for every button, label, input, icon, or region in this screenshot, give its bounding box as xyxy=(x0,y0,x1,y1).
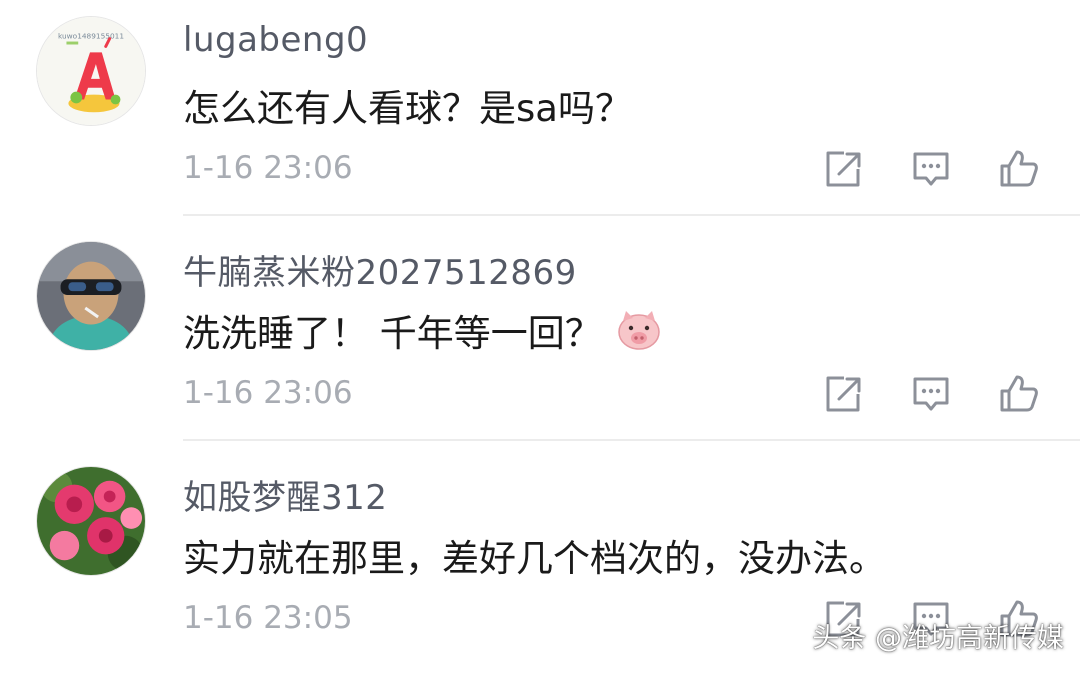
comment-text-body: 怎么还有人看球？是sa吗？ xyxy=(183,87,632,130)
like-button[interactable] xyxy=(996,146,1042,192)
watermark: 头条 @潍坊高新传媒 xyxy=(812,623,1064,654)
comment-text: 实力就在那里，差好几个档次的，没办法。 xyxy=(183,528,886,582)
timestamp: 1-16 23:05 xyxy=(183,600,353,636)
divider xyxy=(183,439,1080,441)
comment-bubble-icon xyxy=(913,152,949,186)
thumbs-up-icon xyxy=(1000,150,1038,187)
share-button[interactable] xyxy=(820,146,866,192)
divider xyxy=(183,214,1080,216)
like-button[interactable] xyxy=(996,371,1042,417)
comment-text: 洗洗睡了！ 千年等一回？ xyxy=(183,303,662,357)
avatar[interactable]: kuwo1489155011 xyxy=(36,16,146,126)
pink-flowers-photo-avatar-icon xyxy=(37,467,145,575)
reply-button[interactable] xyxy=(908,371,954,417)
timestamp: 1-16 23:06 xyxy=(183,375,353,411)
pig-face-emoji-icon xyxy=(616,307,662,353)
comment-text-body: 实力就在那里，差好几个档次的，没办法。 xyxy=(183,537,886,580)
username[interactable]: 牛腩蒸米粉2027512869 xyxy=(183,245,577,294)
username[interactable]: 如股梦醒312 xyxy=(183,470,387,519)
comment-item: kuwo1489155011 lugabeng0 怎么还有人看球？是sa吗？ 1… xyxy=(0,0,1080,225)
comment-text-body: 洗洗睡了！ 千年等一回？ xyxy=(183,312,602,355)
reply-button[interactable] xyxy=(908,146,954,192)
username[interactable]: lugabeng0 xyxy=(183,20,368,60)
avatar-caption: kuwo1489155011 xyxy=(58,32,124,41)
child-sunglasses-photo-avatar-icon xyxy=(37,242,145,350)
share-icon xyxy=(826,376,861,412)
comment-text: 怎么还有人看球？是sa吗？ xyxy=(183,78,632,132)
letter-a-cartoon-avatar-icon: kuwo1489155011 xyxy=(37,17,145,125)
timestamp: 1-16 23:06 xyxy=(183,150,353,186)
share-button[interactable] xyxy=(820,371,866,417)
avatar[interactable] xyxy=(36,241,146,351)
comment-bubble-icon xyxy=(913,377,949,411)
share-icon xyxy=(826,151,861,187)
thumbs-up-icon xyxy=(1000,375,1038,412)
avatar[interactable] xyxy=(36,466,146,576)
comment-item: 牛腩蒸米粉2027512869 洗洗睡了！ 千年等一回？ 1-16 23:06 xyxy=(0,225,1080,450)
